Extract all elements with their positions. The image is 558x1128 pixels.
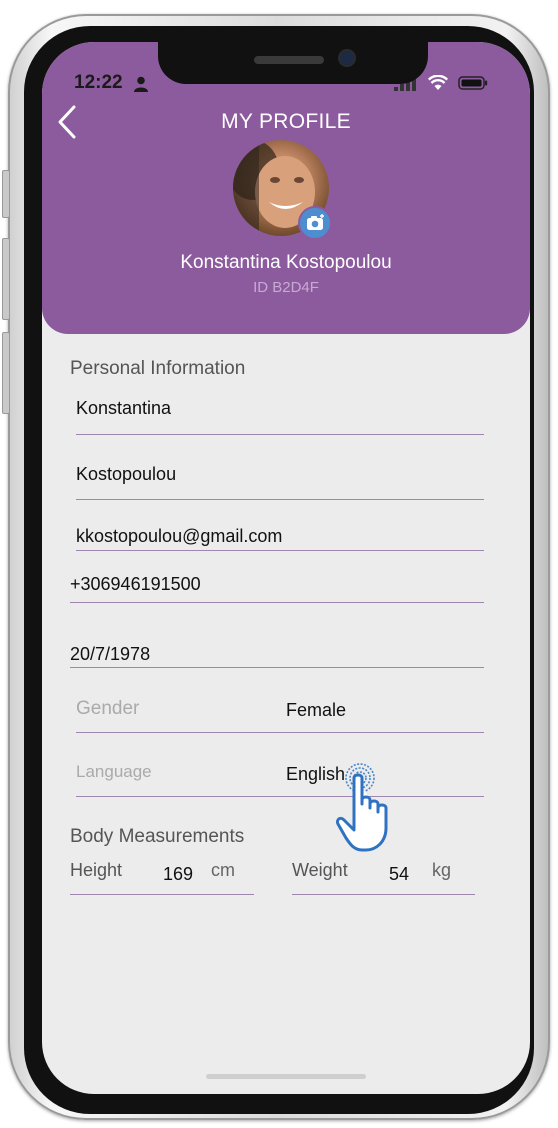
profile-header: 12:22 MY PROFILE Konstantina Kostopoulou… — [42, 42, 530, 334]
first-name-value: Konstantina — [76, 398, 172, 418]
height-unit: cm — [211, 860, 235, 880]
weight-field[interactable]: Weight 54 kg — [292, 854, 475, 895]
last-name-value: Kostopoulou — [76, 464, 177, 484]
gender-value: Female — [286, 700, 347, 720]
first-name-field[interactable]: Konstantina — [76, 388, 484, 435]
screen: 12:22 MY PROFILE Konstantina Kostopoulou… — [42, 42, 530, 1094]
speaker-grille — [254, 56, 324, 64]
camera-icon — [307, 214, 324, 230]
change-photo-button[interactable] — [298, 206, 332, 240]
tap-hand-icon — [336, 763, 388, 852]
height-label: Height — [70, 860, 123, 880]
page-title: MY PROFILE — [221, 110, 351, 133]
birth-date-field[interactable]: 20/7/1978 — [70, 634, 484, 668]
phone-value: +306946191500 — [70, 574, 201, 594]
wifi-icon — [428, 75, 448, 90]
height-field[interactable]: Height 169 cm — [70, 854, 254, 895]
person-icon — [134, 76, 148, 92]
email-value: kkostopoulou@gmail.com — [76, 526, 283, 546]
email-field[interactable]: kkostopoulou@gmail.com — [76, 518, 484, 551]
status-time: 12:22 — [74, 72, 123, 93]
front-camera — [340, 51, 354, 65]
weight-unit: kg — [432, 860, 452, 880]
volume-up-button — [2, 238, 10, 320]
weight-value: 54 — [389, 864, 410, 884]
language-field[interactable]: Language English — [76, 756, 484, 797]
language-label: Language — [76, 762, 152, 781]
weight-label: Weight — [292, 860, 348, 880]
birth-date-value: 20/7/1978 — [70, 644, 151, 664]
phone-field[interactable]: +306946191500 — [70, 568, 484, 603]
battery-icon — [458, 76, 488, 90]
user-id: ID B2D4F — [253, 279, 319, 296]
mute-switch — [2, 170, 10, 218]
gender-field[interactable]: Gender Female — [76, 692, 484, 733]
volume-down-button — [2, 332, 10, 414]
height-value: 169 — [163, 864, 194, 884]
user-name: Konstantina Kostopoulou — [180, 252, 392, 273]
notch — [158, 42, 428, 84]
body-measurements-heading: Body Measurements — [70, 826, 245, 847]
gender-label: Gender — [76, 698, 140, 719]
last-name-field[interactable]: Kostopoulou — [76, 454, 484, 500]
home-indicator — [206, 1074, 366, 1079]
personal-info-heading: Personal Information — [70, 358, 246, 379]
